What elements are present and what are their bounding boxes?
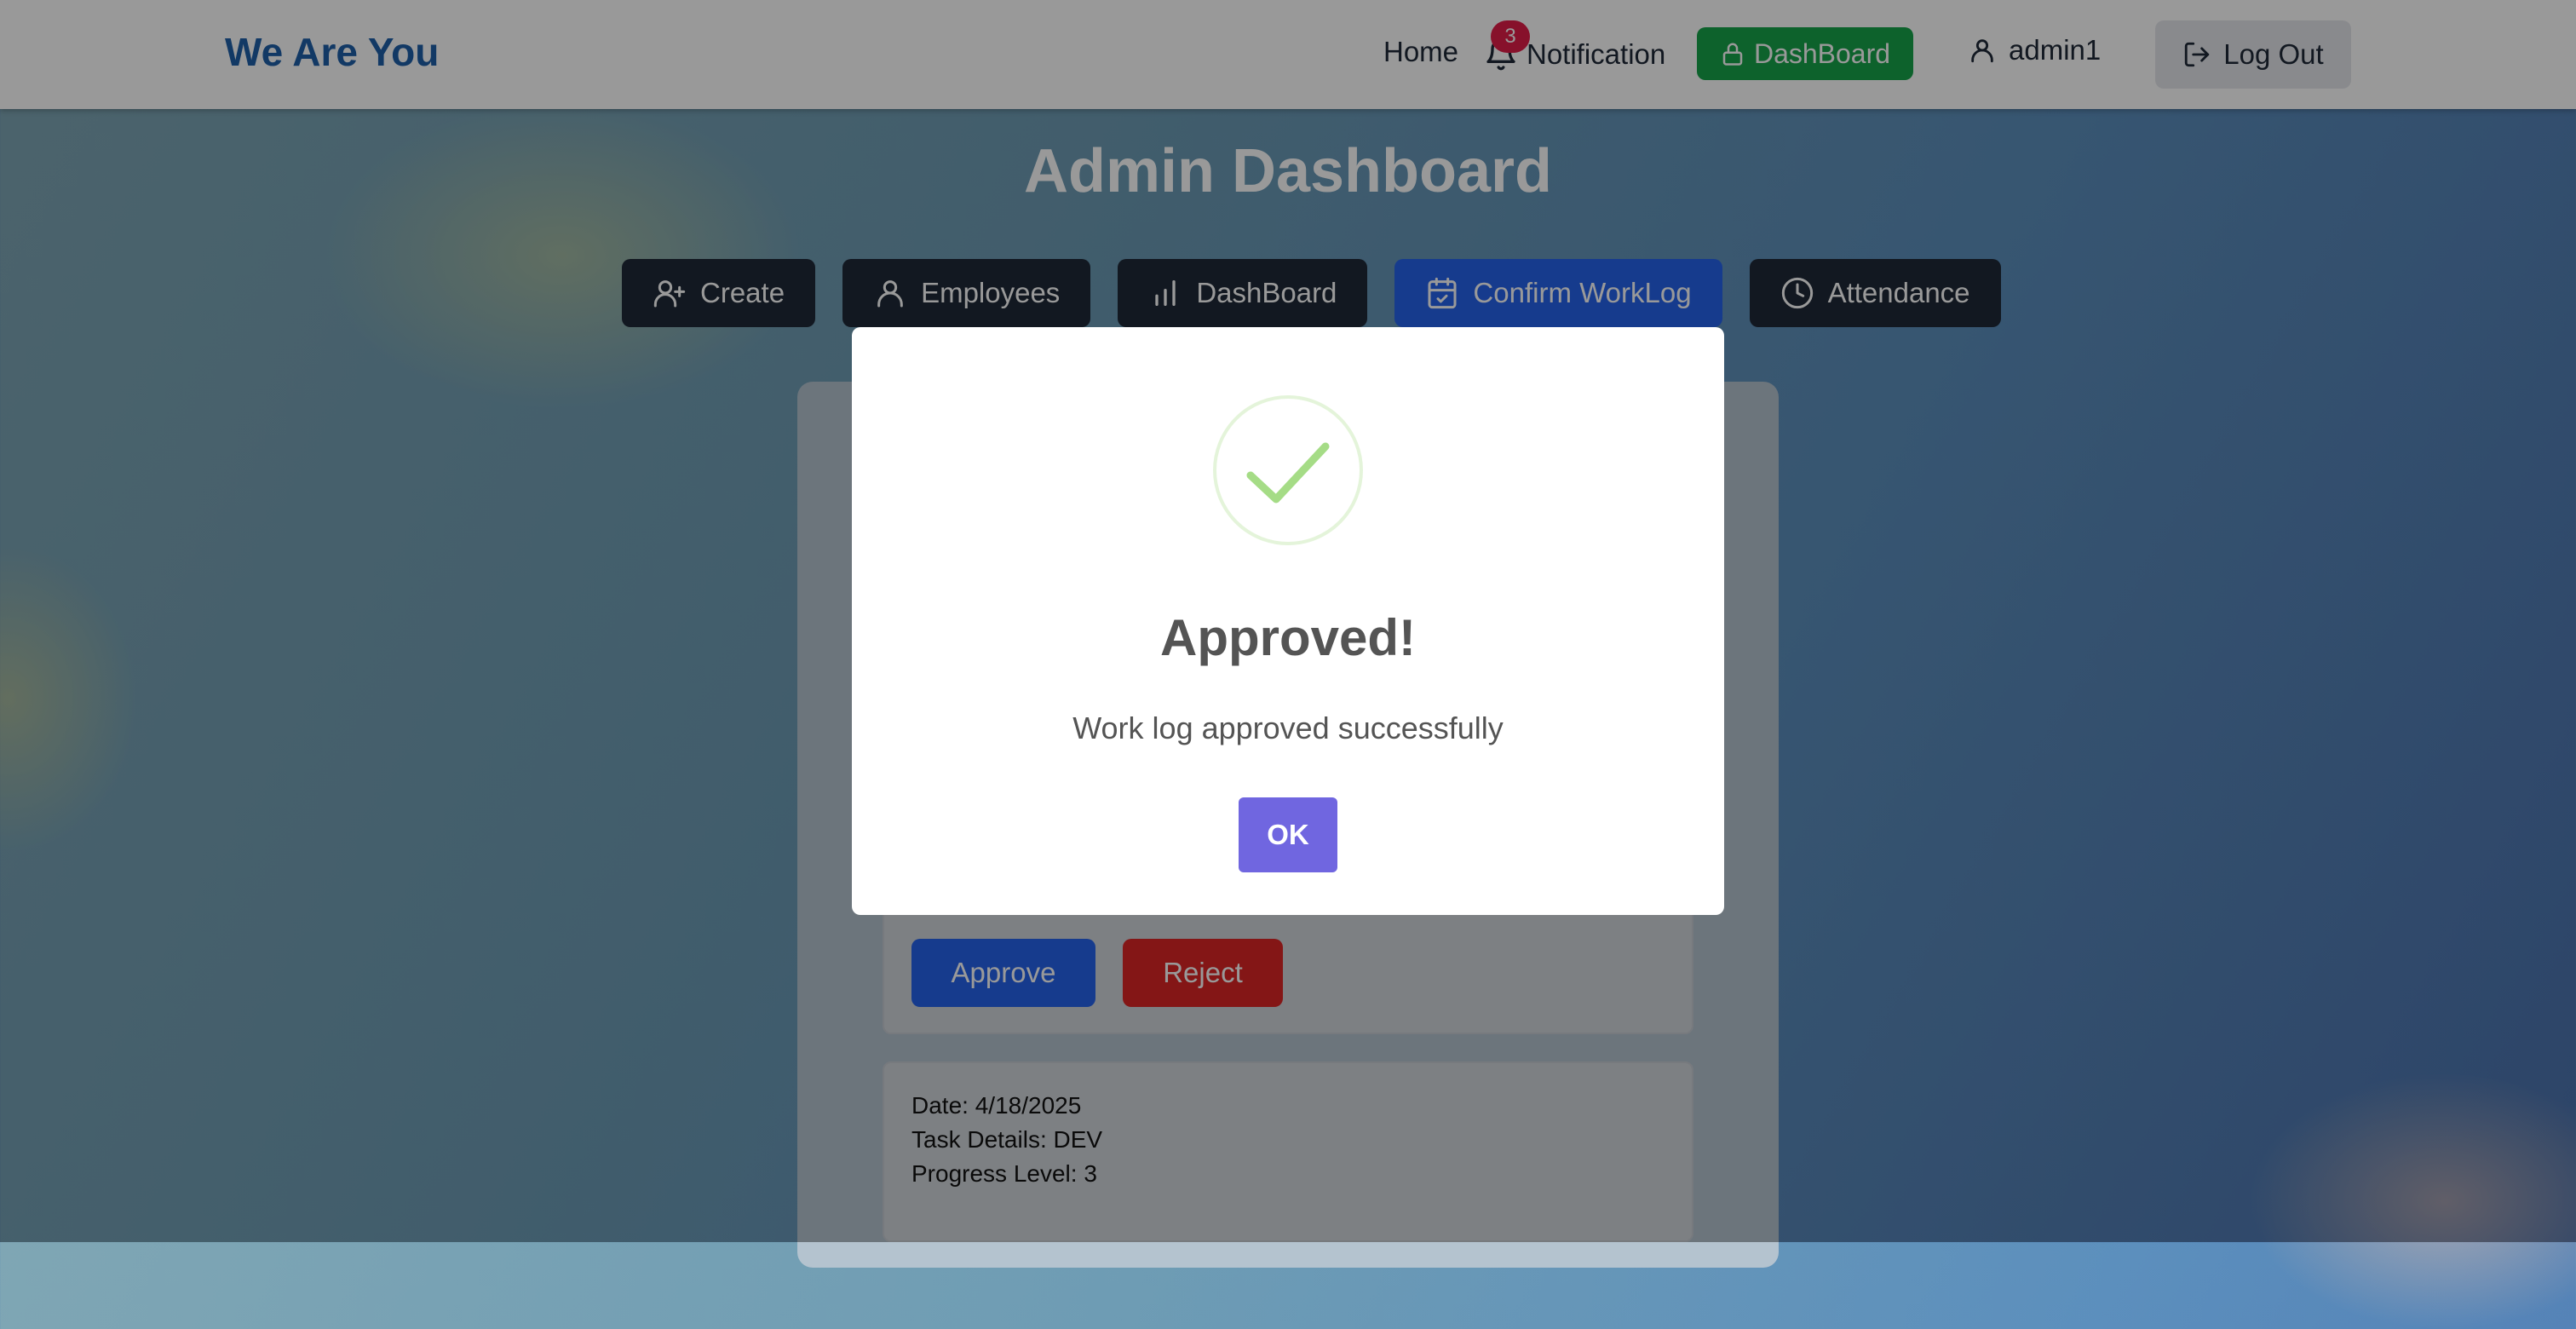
dialog-message: Work log approved successfully [1072,711,1504,745]
dialog-title: Approved! [1160,609,1416,666]
success-check-icon [1213,395,1363,545]
checkmark-icon [1246,442,1330,503]
ok-button[interactable]: OK [1239,797,1337,872]
success-dialog: Approved! Work log approved successfully… [852,327,1724,915]
